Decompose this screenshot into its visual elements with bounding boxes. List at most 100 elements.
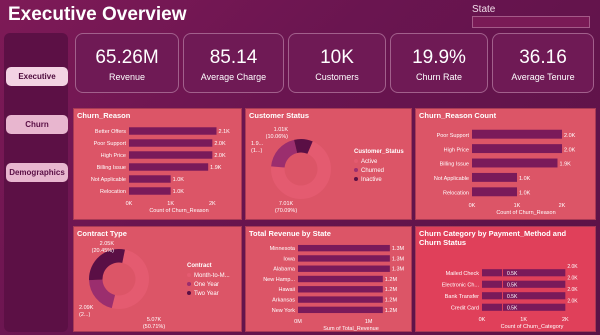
- data-label: 1.2M: [385, 287, 398, 293]
- category-label: New Hamp...: [263, 277, 295, 283]
- data-label: 2.0K: [564, 147, 576, 153]
- contract-type-donut-chart: 5.07K(50.71%) 2.05K(20.45%) 2.09K(2...) Con…: [79, 241, 230, 330]
- data-label: 5.07K: [147, 317, 162, 323]
- x-tick-label: 1K: [167, 201, 174, 207]
- chart-panel-churn-reason[interactable]: Churn_Reason Better Offers 2.1K Poor Suppo…: [73, 108, 242, 220]
- category-label: High Price: [101, 153, 126, 159]
- bar: [298, 255, 390, 262]
- category-label: Better Offers: [95, 129, 126, 135]
- legend-marker: [354, 159, 358, 163]
- bar: [472, 129, 562, 139]
- category-label: Not Applicable: [91, 177, 126, 183]
- legend-item: Two Year: [194, 291, 219, 297]
- data-label: (50.71%): [143, 324, 165, 330]
- bar: [472, 187, 517, 197]
- chart-panel-contract-type[interactable]: Contract Type 5.07K (50.71%) 2.05K (20.45%)…: [73, 226, 242, 332]
- nav-demographics-button[interactable]: Demographics: [6, 163, 68, 182]
- panel-title: Churn_Reason: [77, 111, 131, 120]
- state-filter-input[interactable]: [472, 16, 590, 28]
- panel-title: Total Revenue by State: [249, 229, 331, 238]
- data-label: 0.5K: [507, 305, 518, 311]
- x-tick-label: 2K: [559, 203, 566, 209]
- data-label: 2.0K: [567, 299, 578, 305]
- kpi-label: Average Charge: [200, 72, 267, 82]
- category-label: Credit Card: [451, 305, 479, 311]
- bar: [472, 144, 562, 154]
- bar: [129, 127, 217, 135]
- bar: [298, 265, 390, 272]
- category-label: High Price: [444, 147, 469, 153]
- x-tick-label: 1K: [520, 317, 527, 323]
- data-label: (10.06%): [266, 134, 288, 140]
- bar: [472, 158, 558, 168]
- panel-title: Churn Category by Payment_Method and Chu…: [419, 229, 567, 247]
- data-label: 2.1K: [219, 129, 231, 135]
- category-label: Poor Support: [437, 133, 470, 139]
- legend-marker: [187, 291, 191, 295]
- nav-churn-button[interactable]: Churn: [6, 115, 68, 134]
- kpi-card-average-tenure: 36.16 Average Tenure: [492, 33, 594, 93]
- category-label: Relocation: [443, 190, 469, 196]
- bar: [482, 292, 566, 300]
- kpi-value: 85.14: [209, 47, 258, 68]
- category-label: Electronic Ch...: [442, 282, 480, 288]
- kpi-value: 19.9%: [412, 47, 466, 68]
- category-label: Not Applicable: [434, 176, 469, 182]
- data-label: 1.0K: [173, 189, 185, 195]
- kpi-value: 36.16: [519, 47, 567, 68]
- legend-title: Contract: [187, 263, 212, 269]
- nav-executive-button[interactable]: Executive: [6, 67, 68, 86]
- data-label: (1...): [251, 148, 262, 154]
- legend-item: Active: [361, 159, 378, 165]
- data-label: (20.45%): [92, 248, 114, 254]
- category-label: Relocation: [100, 189, 126, 195]
- page-title: Executive Overview: [8, 4, 187, 25]
- x-tick-label: 0K: [126, 201, 133, 207]
- category-label: Mailed Check: [446, 271, 480, 277]
- bar: [298, 306, 383, 314]
- customer-status-donut-chart: 7.01K(70.09%) 1.9...(1...) 1.01K(10.06%) Cu…: [251, 127, 404, 214]
- legend-item: One Year: [194, 282, 219, 288]
- chart-panel-customer-status[interactable]: Customer Status 7.01K (70.09%) 1.9... (1...…: [245, 108, 412, 220]
- category-label: Hawaii: [278, 287, 295, 293]
- panel-title: Churn_Reason Count: [419, 111, 497, 120]
- data-label: 2.0K: [214, 141, 226, 147]
- category-label: Poor Support: [94, 141, 127, 147]
- chart-panel-churn-category-payment[interactable]: Churn Category by Payment_Method and Chu…: [415, 226, 596, 332]
- bar: [129, 151, 213, 159]
- bar: [482, 303, 566, 311]
- data-label: 1.01K: [274, 127, 289, 133]
- donut-slice: [89, 279, 116, 309]
- legend-item: Inactive: [361, 177, 382, 183]
- kpi-label: Churn Rate: [415, 72, 463, 82]
- kpi-value: 10K: [320, 47, 354, 68]
- bar: [482, 280, 566, 288]
- data-label: 1.9...: [251, 141, 264, 147]
- bar-segment-divider: [502, 269, 503, 277]
- kpi-card-revenue: 65.26M Revenue: [75, 33, 179, 93]
- category-label: New York: [272, 308, 295, 314]
- category-label: Arkansas: [272, 297, 295, 303]
- data-label: 1.3M: [392, 256, 405, 262]
- chart-panel-revenue-by-state[interactable]: Total Revenue by State Minnesota 1.3M Iowa…: [245, 226, 412, 332]
- category-label: Billing Issue: [97, 165, 126, 171]
- legend-item: Churned: [361, 168, 384, 174]
- data-label: 7.01K: [279, 201, 294, 207]
- x-tick-label: 1K: [514, 203, 521, 209]
- x-tick-label: 2K: [209, 201, 216, 207]
- bar: [129, 187, 171, 195]
- data-label: 2.09K: [79, 305, 94, 311]
- data-label: 2.0K: [567, 287, 578, 293]
- category-label: Alabama: [273, 267, 296, 273]
- chart-panel-churn-reason-count[interactable]: Churn_Reason Count Poor Support 2.0K High …: [415, 108, 596, 220]
- revenue-by-state-bar-chart: Minnesota 1.3M Iowa 1.3M Alabama 1.3M New Hamp…: [263, 244, 405, 331]
- data-label: 0.5K: [507, 282, 518, 288]
- panel-title: Contract Type: [77, 229, 127, 238]
- category-label: Minnesota: [270, 246, 296, 252]
- donut-slice: [271, 139, 298, 168]
- legend-title: Customer_Status: [354, 149, 404, 155]
- kpi-card-customers: 10K Customers: [288, 33, 386, 93]
- state-filter-label: State: [472, 4, 496, 15]
- bar-segment-divider: [502, 280, 503, 288]
- bar: [482, 269, 566, 277]
